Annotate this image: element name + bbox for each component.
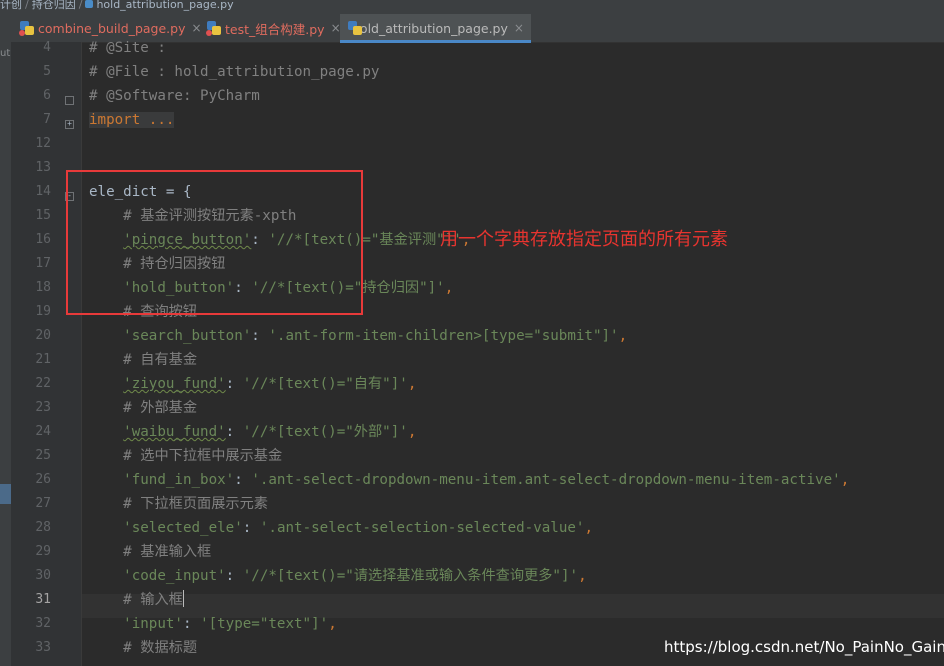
line-number: 18	[35, 280, 51, 295]
line-number: 32	[35, 616, 51, 631]
line-number: 13	[35, 160, 51, 175]
line-number: 4	[43, 40, 51, 55]
dict-key: 'fund_in_box'	[123, 472, 235, 488]
code-line-25: # 选中下拉框中展示基金	[89, 444, 282, 468]
tab-label: hold_attribution_page.py	[352, 20, 508, 36]
code-line-26: 'fund_in_box': '.ant-select-dropdown-men…	[123, 472, 850, 488]
code-line-7: import ...	[89, 108, 175, 132]
scroll-position-marker	[0, 484, 11, 504]
breadcrumb-item-folder[interactable]: 持仓归因	[32, 0, 76, 10]
watermark: https://blog.csdn.net/No_PainNo_Gain	[664, 638, 944, 656]
line-number: 17	[35, 256, 51, 271]
line-number: 29	[35, 544, 51, 559]
code-line-23: # 外部基金	[89, 396, 197, 420]
code-line-4: # @Site :	[89, 36, 166, 60]
code-line-28: 'selected_ele': '.ant-select-selection-s…	[123, 520, 593, 536]
close-tab-icon[interactable]: ×	[514, 21, 524, 35]
code-line-20: 'search_button': '.ant-form-item-childre…	[123, 328, 628, 344]
code-comment: # 输入框	[123, 592, 183, 608]
tab-test-combine-build[interactable]: test_组合构建.py ×	[206, 14, 341, 42]
project-tool-strip[interactable]: ut	[0, 42, 11, 666]
tab-hold-attribution-page[interactable]: hold_attribution_page.py ×	[340, 14, 531, 43]
line-number: 33	[35, 640, 51, 655]
code-comment: # @Software: PyCharm	[89, 88, 260, 104]
code-line-24: 'waibu_fund': '//*[text()="外部"]',	[123, 424, 417, 440]
dict-value: '//*[text()="请选择基准或输入条件查询更多"]'	[242, 568, 579, 584]
breadcrumb: 计创 / 持仓归因 / hold_attribution_page.py	[0, 0, 944, 14]
code-line-29: # 基准输入框	[89, 540, 211, 564]
breadcrumb-separator: /	[25, 0, 29, 11]
text-caret	[182, 590, 184, 607]
line-number-gutter[interactable]: 4 5 6 7 12 13 14 15 16 17 18 19 20 21 22…	[11, 40, 82, 666]
line-number: 15	[35, 208, 51, 223]
line-number: 27	[35, 496, 51, 511]
dict-key: 'search_button'	[123, 328, 252, 344]
code-line-21: # 自有基金	[89, 348, 197, 372]
fold-marker-icon[interactable]	[65, 96, 74, 105]
code-line-32: 'input': '[type="text"]',	[123, 616, 337, 632]
line-number: 21	[35, 352, 51, 367]
line-number: 20	[35, 328, 51, 343]
line-number: 12	[35, 136, 51, 151]
dict-key: 'selected_ele'	[123, 520, 243, 536]
line-number: 6	[43, 88, 51, 103]
dict-key: 'ziyou_fund'	[123, 376, 226, 392]
code-comment: # 下拉框页面展示元素	[123, 496, 268, 512]
dict-key: 'waibu_fund'	[123, 424, 226, 440]
code-comment: # 基准输入框	[123, 544, 212, 560]
dict-value: '.ant-form-item-children>[type="submit"]…	[268, 328, 619, 344]
breadcrumb-separator: /	[78, 0, 83, 11]
dict-value: '.ant-select-dropdown-menu-item.ant-sele…	[251, 472, 841, 488]
tab-label: test_组合构建.py	[225, 21, 325, 37]
line-number: 26	[35, 472, 51, 487]
breadcrumb-item-project[interactable]: 计创	[0, 0, 22, 10]
line-number: 22	[35, 376, 51, 391]
code-line-5: # @File : hold_attribution_page.py	[89, 60, 379, 84]
line-number: 19	[35, 304, 51, 319]
line-number: 23	[35, 400, 51, 415]
code-line-30: 'code_input': '//*[text()="请选择基准或输入条件查询更…	[123, 568, 587, 584]
python-file-icon	[85, 0, 94, 8]
dict-key: 'input'	[123, 616, 183, 632]
annotation-highlight-box	[66, 170, 363, 315]
code-line-22: 'ziyou_fund': '//*[text()="自有"]',	[123, 376, 417, 392]
code-comment: # 外部基金	[123, 400, 198, 416]
dict-value: '[type="text"]'	[200, 616, 329, 632]
python-file-error-icon	[206, 21, 221, 36]
line-number: 30	[35, 568, 51, 583]
line-number-current: 31	[35, 592, 51, 607]
close-tab-icon[interactable]: ×	[191, 21, 201, 35]
fold-expand-icon[interactable]: +	[65, 120, 74, 129]
dict-value: '.ant-select-selection-selected-value'	[259, 520, 585, 536]
line-number: 16	[35, 232, 51, 247]
breadcrumb-item-file[interactable]: hold_attribution_page.py	[96, 0, 233, 10]
line-number: 24	[35, 424, 51, 439]
code-line-31: # 输入框	[89, 588, 184, 612]
dict-value: '//*[text()="外部"]'	[242, 424, 408, 440]
code-line-33: # 数据标题	[89, 636, 197, 660]
code-line-6: # @Software: PyCharm	[89, 84, 260, 108]
code-comment: # @Site :	[89, 40, 166, 56]
code-line-27: # 下拉框页面展示元素	[89, 492, 268, 516]
dict-key: 'code_input'	[123, 568, 226, 584]
line-number: 25	[35, 448, 51, 463]
code-comment: # 数据标题	[123, 640, 198, 656]
code-comment: # @File : hold_attribution_page.py	[89, 64, 380, 80]
tab-label: combine_build_page.py	[38, 20, 186, 36]
folded-import[interactable]: import ...	[89, 112, 175, 128]
code-comment: # 自有基金	[123, 352, 198, 368]
line-number: 7	[43, 112, 51, 127]
python-file-error-icon	[19, 21, 34, 36]
line-number: 28	[35, 520, 51, 535]
annotation-text: 用一个字典存放指定页面的所有元素	[440, 229, 728, 250]
line-number: 5	[43, 64, 51, 79]
line-number: 14	[35, 184, 51, 199]
dict-value: '//*[text()="自有"]'	[242, 376, 408, 392]
code-comment: # 选中下拉框中展示基金	[123, 448, 283, 464]
tool-strip-label: ut	[0, 48, 11, 59]
